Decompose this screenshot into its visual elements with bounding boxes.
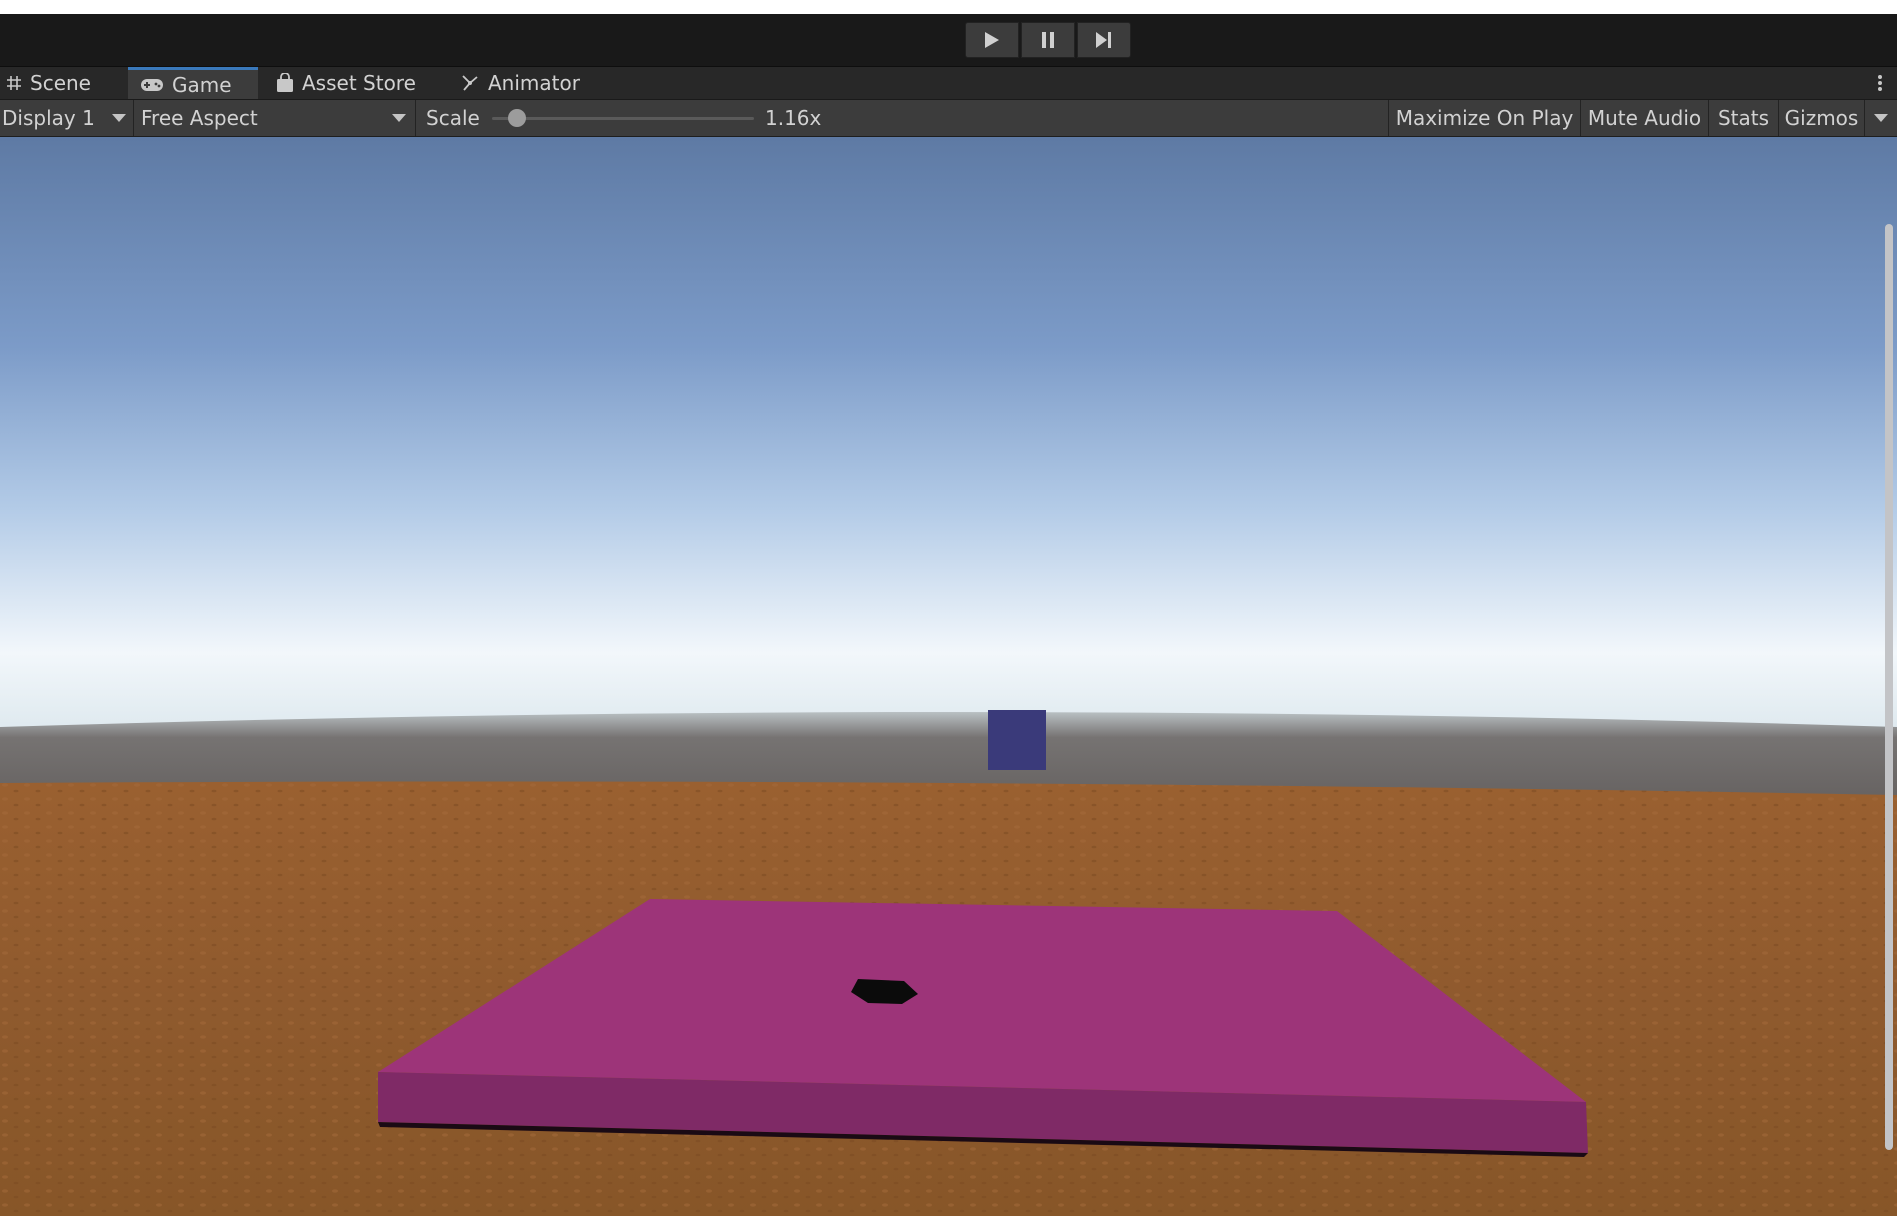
- tab-animator-label: Animator: [488, 71, 580, 95]
- tab-scene[interactable]: Scene: [6, 67, 128, 99]
- maximize-on-play-button[interactable]: Maximize On Play: [1388, 100, 1580, 136]
- play-button[interactable]: [965, 22, 1019, 58]
- animator-icon: [462, 75, 478, 91]
- tab-menu-button[interactable]: [1877, 73, 1883, 93]
- chevron-down-icon: [392, 114, 406, 122]
- window-top-strip: [0, 0, 1897, 14]
- mute-audio-button[interactable]: Mute Audio: [1580, 100, 1708, 136]
- sky: [0, 137, 1897, 737]
- floating-cube: [988, 710, 1046, 770]
- scale-slider-track[interactable]: [492, 117, 754, 120]
- aspect-value: Free Aspect: [141, 106, 258, 130]
- game-scene: [0, 137, 1897, 1216]
- play-controls: [965, 22, 1131, 58]
- scale-value: 1.16x: [765, 106, 822, 130]
- gizmos-button[interactable]: Gizmos: [1778, 100, 1864, 136]
- game-viewport[interactable]: [0, 137, 1897, 1216]
- tab-game-label: Game: [172, 72, 232, 97]
- gizmos-label: Gizmos: [1784, 106, 1859, 130]
- mute-audio-label: Mute Audio: [1587, 106, 1702, 130]
- tab-asset-store[interactable]: Asset Store: [276, 67, 436, 99]
- display-dropdown[interactable]: Display 1: [0, 100, 134, 136]
- stats-button[interactable]: Stats: [1708, 100, 1778, 136]
- scale-slider-handle[interactable]: [508, 109, 526, 127]
- kebab-menu-icon: [1878, 75, 1882, 91]
- maximize-on-play-label: Maximize On Play: [1395, 106, 1574, 130]
- chevron-down-icon: [112, 114, 126, 122]
- tab-game[interactable]: Game: [128, 67, 258, 99]
- game-view-toolbar: Display 1 Free Aspect Scale 1.16x Maximi…: [0, 100, 1897, 137]
- shopping-bag-icon: [277, 73, 293, 92]
- viewport-scrollbar[interactable]: [1885, 224, 1893, 1150]
- scale-label: Scale: [426, 106, 480, 130]
- grid-icon: [7, 76, 21, 90]
- step-button[interactable]: [1077, 22, 1131, 58]
- aspect-dropdown[interactable]: Free Aspect: [134, 100, 416, 136]
- stats-label: Stats: [1717, 106, 1770, 130]
- gamepad-icon: [141, 78, 163, 91]
- window-tab-bar: Scene Game Asset Store Animator: [0, 67, 1897, 100]
- tab-animator[interactable]: Animator: [460, 67, 600, 99]
- step-icon: [1096, 32, 1111, 48]
- chevron-down-icon: [1874, 114, 1888, 122]
- pause-icon: [1042, 32, 1054, 48]
- gizmos-dropdown[interactable]: [1864, 100, 1897, 136]
- play-icon: [985, 32, 999, 48]
- pause-button[interactable]: [1021, 22, 1075, 58]
- tab-scene-label: Scene: [30, 71, 91, 95]
- display-value: Display 1: [2, 106, 95, 130]
- play-toolbar: [0, 14, 1897, 67]
- tab-asset-store-label: Asset Store: [302, 71, 416, 95]
- unity-editor: Scene Game Asset Store Animator Display …: [0, 0, 1897, 1216]
